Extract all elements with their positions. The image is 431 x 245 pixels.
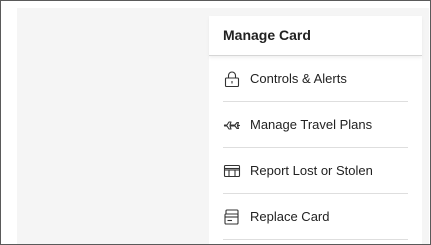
airplane-icon <box>223 116 241 134</box>
replace-card-icon <box>223 208 241 226</box>
menu-item-report-lost-stolen[interactable]: Report Lost or Stolen <box>223 148 408 194</box>
menu-item-label: Manage Travel Plans <box>250 117 373 132</box>
menu-item-travel-plans[interactable]: Manage Travel Plans <box>223 102 408 148</box>
panel-title: Manage Card <box>209 16 422 56</box>
menu-item-label: Controls & Alerts <box>250 71 347 86</box>
menu-item-label: Report Lost or Stolen <box>250 163 373 178</box>
menu-item-replace-card[interactable]: Replace Card <box>223 194 408 240</box>
lock-icon <box>223 70 241 88</box>
menu-item-controls-alerts[interactable]: Controls & Alerts <box>223 56 408 102</box>
manage-card-panel: Manage Card Controls & Alerts Manage Tra… <box>209 16 422 244</box>
card-icon <box>223 162 241 180</box>
menu-item-label: Replace Card <box>250 209 330 224</box>
